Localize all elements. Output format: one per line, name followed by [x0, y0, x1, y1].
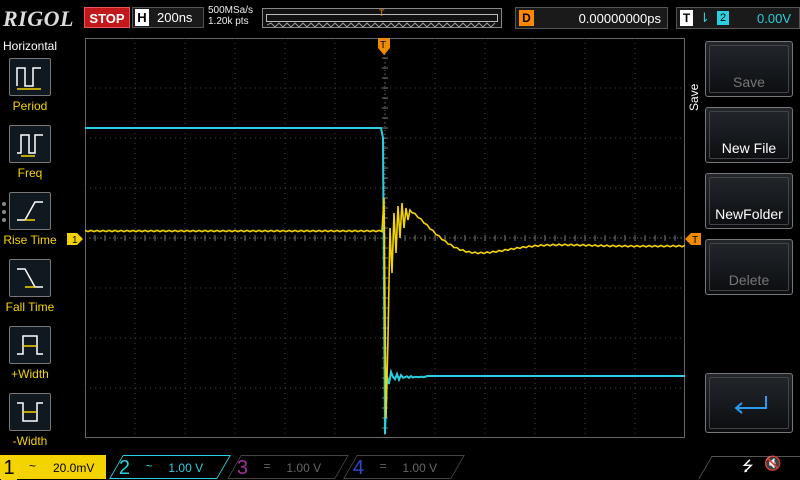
channel-status-bar: 1 ~ 20.0mV 2 ~ 1.00 V 3 = 1.00 V 4 = 1.0…	[0, 452, 800, 480]
freq-label: Freq	[17, 166, 43, 180]
save-menu: Save Save New File NewFolder Delete	[685, 37, 800, 450]
negative-width-icon	[17, 402, 43, 422]
svg-text:T: T	[380, 40, 386, 51]
ch3-scale: 1.00 V	[286, 461, 322, 475]
falling-edge-icon: ⇂	[699, 10, 710, 25]
fall-time-button[interactable]	[9, 259, 51, 297]
trigger-level-value: 0.00V	[757, 11, 791, 26]
ch1-status[interactable]: 1 ~ 20.0mV	[0, 455, 106, 480]
fall-time-icon	[17, 268, 43, 288]
menu-title: Save	[687, 83, 701, 111]
trigger-indicator[interactable]: T ⇂ 2 0.00V	[676, 7, 800, 29]
sample-rate: 500MSa/s	[208, 5, 254, 16]
positive-width-icon	[17, 335, 43, 355]
delay-label: D	[519, 10, 534, 26]
ch1-coupling: ~	[29, 459, 37, 473]
ch2-number: 2	[118, 457, 130, 479]
trigger-label: T	[680, 10, 693, 26]
timebase-value: 200ns	[157, 10, 193, 25]
ch2-coupling: ~	[145, 459, 153, 473]
top-status-bar: RIGOL STOP H 200ns 500MSa/s 1.20k pts T …	[0, 0, 800, 36]
ch1-waveform	[85, 197, 685, 419]
delay-indicator[interactable]: D 0.00000000ps	[515, 7, 668, 29]
ch4-scale: 1.00 V	[402, 461, 438, 475]
ch1-scale: 20.0mV	[53, 461, 95, 475]
speaker-mute-icon[interactable]: 🔇	[764, 455, 781, 472]
waveform-display[interactable]	[85, 38, 685, 438]
enter-return-icon	[734, 396, 767, 414]
run-stop-status[interactable]: STOP	[84, 7, 130, 28]
freq-measure-button[interactable]	[9, 125, 51, 163]
memory-depth: 1.20k pts	[208, 16, 249, 27]
usb-icon: ⭍	[742, 458, 754, 474]
ch3-number: 3	[236, 457, 248, 479]
negative-width-button[interactable]	[9, 393, 51, 431]
frequency-measure-icon	[17, 134, 43, 157]
ch3-status[interactable]: 3 = 1.00 V	[227, 455, 349, 479]
rise-time-icon	[17, 201, 43, 221]
positive-width-button[interactable]	[9, 326, 51, 364]
memory-overview-strip: T	[262, 8, 502, 28]
enter-button[interactable]	[705, 373, 793, 433]
rise-time-label: Rise Time	[3, 233, 57, 247]
save-button[interactable]: Save	[705, 41, 793, 97]
page-indicator-dots	[2, 202, 6, 226]
svg-text:1: 1	[72, 235, 78, 246]
ch3-coupling: =	[263, 459, 271, 473]
panel-title: Horizontal	[2, 39, 58, 53]
timebase-label: H	[135, 9, 149, 26]
fall-time-label: Fall Time	[5, 300, 55, 314]
period-measure-icon	[16, 67, 41, 90]
brand-logo: RIGOL	[3, 6, 74, 31]
memory-trigger-marker: T	[379, 8, 385, 18]
ch4-status[interactable]: 4 = 1.00 V	[343, 455, 465, 479]
memory-waveform-preview	[266, 22, 496, 28]
new-file-button[interactable]: New File	[705, 107, 793, 163]
trigger-source: 2	[717, 11, 729, 25]
ch2-scale: 1.00 V	[168, 461, 204, 475]
negative-width-label: -Width	[12, 434, 48, 448]
ch4-number: 4	[352, 457, 364, 479]
period-measure-button[interactable]	[9, 58, 51, 96]
ch1-offset-marker[interactable]: 1	[67, 232, 85, 246]
ch4-coupling: =	[379, 459, 387, 473]
sample-info: 500MSa/s 1.20k pts	[208, 5, 253, 27]
timebase-indicator[interactable]: H 200ns	[132, 7, 204, 28]
horizontal-measure-panel: Horizontal Period Freq Rise Time Fall Ti…	[0, 37, 60, 450]
delete-button[interactable]: Delete	[705, 239, 793, 295]
ch2-status[interactable]: 2 ~ 1.00 V	[109, 455, 231, 479]
period-label: Period	[12, 99, 48, 113]
ch1-number: 1	[1, 456, 17, 480]
new-folder-button[interactable]: NewFolder	[705, 173, 793, 229]
trigger-position-marker[interactable]: T	[377, 38, 391, 56]
positive-width-label: +Width	[11, 367, 49, 381]
rise-time-button[interactable]	[9, 192, 51, 230]
delay-value: 0.00000000ps	[578, 11, 661, 26]
